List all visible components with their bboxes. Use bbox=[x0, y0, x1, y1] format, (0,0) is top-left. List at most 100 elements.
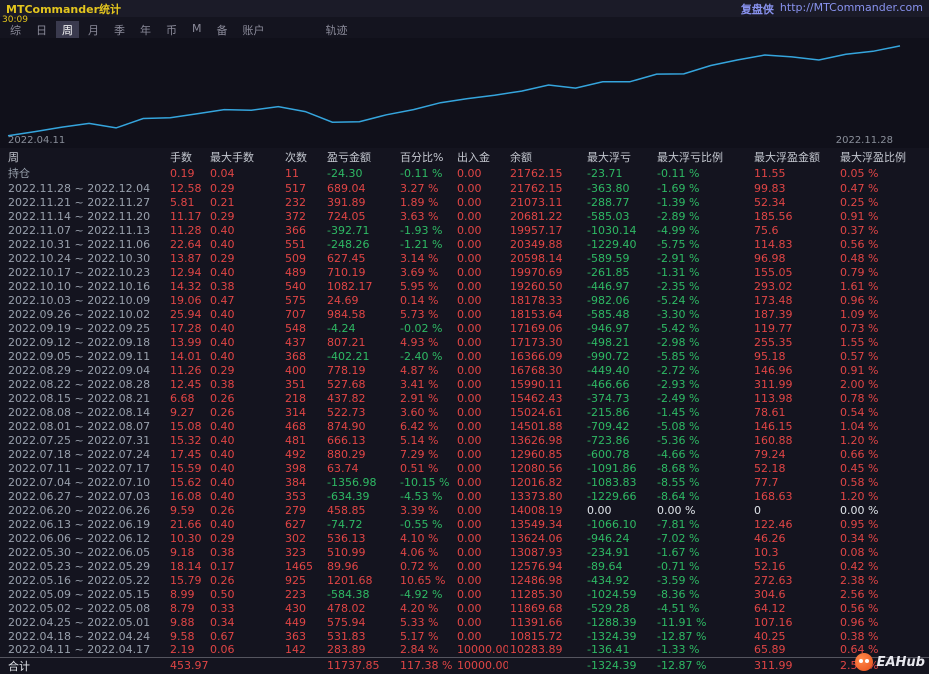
table-cell: 75.6 bbox=[754, 223, 779, 237]
table-cell: 0.00 bbox=[457, 419, 482, 433]
table-row[interactable]: 2022.06.06 ~ 2022.06.12 10.30 0.29 302 536.1… bbox=[0, 531, 929, 545]
table-row[interactable]: 2022.09.26 ~ 2022.10.02 25.94 0.40 707 984.5… bbox=[0, 307, 929, 321]
table-cell: 0.29 bbox=[210, 363, 235, 377]
menu-tab[interactable]: 月 bbox=[82, 21, 105, 39]
table-cell: -2.35 % bbox=[657, 279, 700, 293]
menu-tab[interactable]: 年 bbox=[134, 21, 157, 39]
menu-tab[interactable]: M bbox=[186, 21, 208, 39]
table-row[interactable]: 2022.05.16 ~ 2022.05.22 15.79 0.26 925 1201.… bbox=[0, 573, 929, 587]
table-row[interactable]: 2022.08.22 ~ 2022.08.28 12.45 0.38 351 527.6… bbox=[0, 377, 929, 391]
table-row[interactable]: 2022.06.20 ~ 2022.06.26 9.59 0.26 279 458.85… bbox=[0, 503, 929, 517]
table-total-row[interactable]: 合计 453.97 11737.85 117.38 % 10000.00 -1324.39… bbox=[0, 656, 929, 674]
table-cell: 13087.93 bbox=[510, 545, 563, 559]
table-row[interactable]: 2022.04.11 ~ 2022.04.17 2.19 0.06 142 283.89… bbox=[0, 643, 929, 657]
table-cell: 63.74 bbox=[327, 461, 359, 475]
table-cell: 0.96 % bbox=[840, 615, 879, 629]
table-cell: 2022.08.15 ~ 2022.08.21 bbox=[8, 391, 151, 405]
table-row[interactable]: 2022.08.08 ~ 2022.08.14 9.27 0.26 314 522.73… bbox=[0, 405, 929, 419]
table-cell: 478.02 bbox=[327, 601, 366, 615]
table-cell: 0.29 bbox=[210, 209, 235, 223]
table-cell: 510.99 bbox=[327, 545, 366, 559]
x-axis-start-label: 2022.04.11 bbox=[8, 135, 66, 146]
menu-tab[interactable]: 日 bbox=[30, 21, 53, 39]
table-cell: 2.19 bbox=[170, 643, 195, 657]
table-cell: 173.48 bbox=[754, 293, 793, 307]
table-row[interactable]: 2022.09.05 ~ 2022.09.11 14.01 0.40 368 -402.… bbox=[0, 349, 929, 363]
table-row[interactable]: 2022.10.31 ~ 2022.11.06 22.64 0.40 551 -248.… bbox=[0, 237, 929, 251]
table-row[interactable]: 2022.10.17 ~ 2022.10.23 12.94 0.40 489 710.1… bbox=[0, 265, 929, 279]
table-row[interactable]: 2022.07.18 ~ 2022.07.24 17.45 0.40 492 880.2… bbox=[0, 447, 929, 461]
menu-tab[interactable]: 季 bbox=[108, 21, 131, 39]
table-cell: 293.02 bbox=[754, 279, 793, 293]
menu-tab[interactable]: 周 bbox=[56, 21, 79, 39]
table-cell: 22.64 bbox=[170, 237, 202, 251]
table-row[interactable]: 2022.11.07 ~ 2022.11.13 11.28 0.40 366 -392.… bbox=[0, 223, 929, 237]
table-row[interactable]: 持仓 0.19 0.04 11 -24.30 -0.11 % 0.00 21762.15 -23… bbox=[0, 165, 929, 181]
table-row[interactable]: 2022.07.25 ~ 2022.07.31 15.32 0.40 481 666.1… bbox=[0, 433, 929, 447]
table-cell: 0.40 bbox=[210, 335, 235, 349]
table-cell: 24.69 bbox=[327, 293, 359, 307]
table-cell: -136.41 bbox=[587, 643, 630, 657]
table-cell: -10.15 % bbox=[400, 475, 450, 489]
table-cell: -1.21 % bbox=[400, 237, 443, 251]
menu-tab[interactable]: 币 bbox=[160, 21, 183, 39]
table-row[interactable]: 2022.10.24 ~ 2022.10.30 13.87 0.29 509 627.4… bbox=[0, 251, 929, 265]
table-row[interactable]: 2022.10.10 ~ 2022.10.16 14.32 0.38 540 1082.… bbox=[0, 279, 929, 293]
menu-tab[interactable]: 账户 bbox=[237, 21, 271, 39]
table-row[interactable]: 2022.05.23 ~ 2022.05.29 18.14 0.17 1465 89.9… bbox=[0, 559, 929, 573]
table-column-header: 最大浮亏比例 bbox=[657, 150, 723, 164]
table-cell: 0.00 bbox=[457, 587, 482, 601]
table-cell: 2022.09.12 ~ 2022.09.18 bbox=[8, 335, 151, 349]
table-cell: 0.40 bbox=[210, 307, 235, 321]
table-cell: -5.75 % bbox=[657, 237, 700, 251]
table-cell: 2022.08.01 ~ 2022.08.07 bbox=[8, 419, 151, 433]
table-header-row: 周 手数 最大手数 次数 盈亏金额 百分比% 出入金 余额 最大浮亏 最大浮亏比例 最大浮盈金额 最大… bbox=[0, 148, 929, 165]
table-cell: 2022.07.18 ~ 2022.07.24 bbox=[8, 447, 151, 461]
table-cell: 0.00 bbox=[457, 447, 482, 461]
table-row[interactable]: 2022.06.27 ~ 2022.07.03 16.08 0.40 353 -634.… bbox=[0, 489, 929, 503]
table-row[interactable]: 2022.04.18 ~ 2022.04.24 9.58 0.67 363 531.83… bbox=[0, 629, 929, 643]
table-cell: 19970.69 bbox=[510, 265, 563, 279]
table-row[interactable]: 2022.11.14 ~ 2022.11.20 11.17 0.29 372 724.0… bbox=[0, 209, 929, 223]
table-cell: -1.31 % bbox=[657, 265, 700, 279]
table-row[interactable]: 2022.09.12 ~ 2022.09.18 13.99 0.40 437 807.2… bbox=[0, 335, 929, 349]
table-cell: -1.93 % bbox=[400, 223, 443, 237]
table-cell: 0.26 bbox=[210, 391, 235, 405]
table-cell: -4.24 bbox=[327, 321, 356, 335]
table-cell: -1.39 % bbox=[657, 195, 700, 209]
table-cell: 13624.06 bbox=[510, 531, 563, 545]
table-cell: 627 bbox=[285, 517, 306, 531]
table-row[interactable]: 2022.05.30 ~ 2022.06.05 9.18 0.38 323 510.99… bbox=[0, 545, 929, 559]
table-row[interactable]: 2022.05.02 ~ 2022.05.08 8.79 0.33 430 478.02… bbox=[0, 601, 929, 615]
table-cell: -2.98 % bbox=[657, 335, 700, 349]
table-row[interactable]: 2022.10.03 ~ 2022.10.09 19.06 0.47 575 24.69… bbox=[0, 293, 929, 307]
table-row[interactable]: 2022.08.29 ~ 2022.09.04 11.26 0.29 400 778.1… bbox=[0, 363, 929, 377]
table-row[interactable]: 2022.07.04 ~ 2022.07.10 15.62 0.40 384 -1356… bbox=[0, 475, 929, 489]
table-row[interactable]: 2022.09.19 ~ 2022.09.25 17.28 0.40 548 -4.24… bbox=[0, 321, 929, 335]
table-row[interactable]: 2022.07.11 ~ 2022.07.17 15.59 0.40 398 63.74… bbox=[0, 461, 929, 475]
table-row[interactable]: 2022.11.28 ~ 2022.12.04 12.58 0.29 517 689.0… bbox=[0, 181, 929, 195]
table-row[interactable]: 2022.06.13 ~ 2022.06.19 21.66 0.40 627 -74.7… bbox=[0, 517, 929, 531]
menu-tab[interactable]: 备 bbox=[211, 21, 234, 39]
tab-trajectory[interactable]: 轨迹 bbox=[320, 21, 354, 39]
table-cell: 2022.10.31 ~ 2022.11.06 bbox=[8, 237, 151, 251]
table-cell: 持仓 bbox=[8, 167, 30, 180]
table-cell: -4.53 % bbox=[400, 489, 443, 503]
brand-name: 复盘侠 bbox=[740, 2, 774, 16]
table-row[interactable]: 2022.08.15 ~ 2022.08.21 6.68 0.26 218 437.82… bbox=[0, 391, 929, 405]
table-row[interactable]: 2022.05.09 ~ 2022.05.15 8.99 0.50 223 -584.3… bbox=[0, 587, 929, 601]
table-cell: -529.28 bbox=[587, 601, 630, 615]
table-cell: 99.83 bbox=[754, 181, 786, 195]
table-cell: 0.00 bbox=[457, 517, 482, 531]
table-cell: 0.25 % bbox=[840, 195, 879, 209]
table-cell: 0.38 bbox=[210, 377, 235, 391]
table-row[interactable]: 2022.04.25 ~ 2022.05.01 9.88 0.34 449 575.94… bbox=[0, 615, 929, 629]
menu-tab[interactable]: 综 bbox=[4, 21, 27, 39]
table-column-header: 最大浮亏 bbox=[587, 150, 631, 164]
table-cell: 65.89 bbox=[754, 643, 786, 657]
table-cell: 0.00 bbox=[457, 615, 482, 629]
table-cell: 11.17 bbox=[170, 209, 202, 223]
brand-url-link[interactable]: http://MTCommander.com bbox=[780, 1, 923, 17]
table-row[interactable]: 2022.08.01 ~ 2022.08.07 15.08 0.40 468 874.9… bbox=[0, 419, 929, 433]
table-row[interactable]: 2022.11.21 ~ 2022.11.27 5.81 0.21 232 391.89… bbox=[0, 195, 929, 209]
